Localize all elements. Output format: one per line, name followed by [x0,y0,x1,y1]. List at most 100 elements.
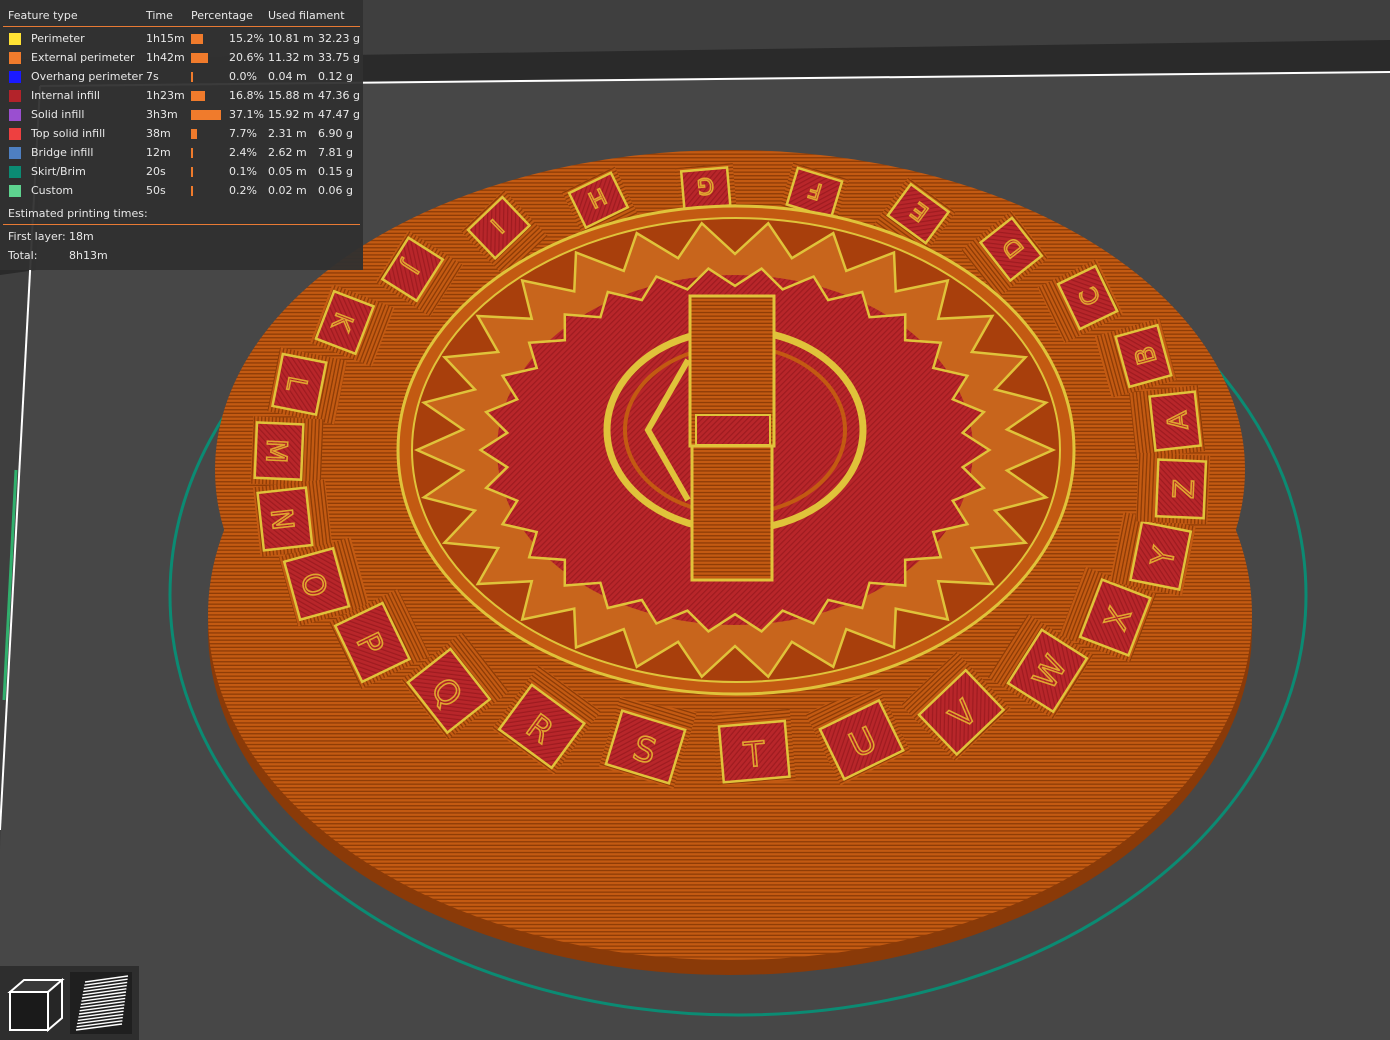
estimated-divider [3,224,360,225]
legend-row[interactable]: Perimeter 1h15m 15.2% 10.81 m 32.23 g [0,29,363,48]
feature-weight: 7.81 g [318,146,353,159]
view-toggle-toolbar [0,966,139,1040]
color-swatch [9,147,21,159]
total-label: Total: [8,249,38,262]
color-swatch [9,166,21,178]
tile-letter: G [696,172,715,198]
feature-percentage: 37.1% [229,108,264,121]
feature-weight: 33.75 g [318,51,360,64]
feature-length: 15.88 m [268,89,314,102]
legend-row[interactable]: Bridge infill 12m 2.4% 2.62 m 7.81 g [0,143,363,162]
feature-name: Solid infill [31,108,85,121]
letter-tile: T [711,700,796,787]
feature-time: 1h15m [146,32,185,45]
legend-header: Feature type Time Percentage Used filame… [0,6,363,25]
feature-percentage: 20.6% [229,51,264,64]
percentage-bar [191,72,193,82]
feature-time: 1h42m [146,51,185,64]
feature-percentage: 7.7% [229,127,257,140]
color-swatch [9,185,21,197]
total-row: Total: 8h13m [0,246,363,265]
feature-name: External perimeter [31,51,135,64]
feature-percentage: 15.2% [229,32,264,45]
knob-handle-face [695,414,771,446]
feature-name: Perimeter [31,32,85,45]
feature-length: 0.04 m [268,70,307,83]
legend-row[interactable]: Custom 50s 0.2% 0.02 m 0.06 g [0,181,363,200]
feature-weight: 47.36 g [318,89,360,102]
header-feature-type: Feature type [8,9,78,22]
legend-panel: Feature type Time Percentage Used filame… [0,0,363,270]
first-layer-row: First layer: 18m [0,227,363,246]
feature-length: 11.32 m [268,51,314,64]
feature-length: 0.02 m [268,184,307,197]
tile-letter: M [259,438,293,464]
tile-letter: T [742,734,767,776]
header-percentage: Percentage [191,9,253,22]
percentage-bar [191,91,205,101]
feature-length: 2.62 m [268,146,307,159]
feature-name: Overhang perimeter [31,70,143,83]
feature-percentage: 0.0% [229,70,257,83]
legend-row[interactable]: Solid infill 3h3m 37.1% 15.92 m 47.47 g [0,105,363,124]
feature-time: 3h3m [146,108,178,121]
feature-time: 38m [146,127,171,140]
color-swatch [9,109,21,121]
feature-weight: 0.15 g [318,165,353,178]
percentage-bar [191,148,193,158]
feature-length: 0.05 m [268,165,307,178]
feature-time: 20s [146,165,166,178]
estimated-times-row: Estimated printing times: [0,204,363,223]
feature-length: 2.31 m [268,127,307,140]
feature-percentage: 0.1% [229,165,257,178]
header-used-filament: Used filament [268,9,345,22]
legend-row[interactable]: Internal infill 1h23m 16.8% 15.88 m 47.36 g [0,86,363,105]
percentage-bar [191,129,198,139]
color-swatch [9,128,21,140]
legend-row[interactable]: External perimeter 1h42m 20.6% 11.32 m 33.75… [0,48,363,67]
letter-tile: N [252,479,333,557]
feature-weight: 47.47 g [318,108,360,121]
first-layer-label: First layer: [8,230,66,243]
tile-letter: N [264,507,300,532]
letter-tile: M [250,416,324,487]
color-swatch [9,33,21,45]
feature-time: 50s [146,184,166,197]
feature-percentage: 0.2% [229,184,257,197]
tile-letter: Z [1167,479,1201,500]
letter-tile: Z [1135,452,1211,525]
feature-time: 7s [146,70,159,83]
header-time: Time [146,9,173,22]
layers-preview-icon [70,972,132,1034]
feature-weight: 0.06 g [318,184,353,197]
feature-weight: 0.12 g [318,70,353,83]
first-layer-value: 18m [69,230,94,243]
color-swatch [9,52,21,64]
legend-row[interactable]: Top solid infill 38m 7.7% 2.31 m 6.90 g [0,124,363,143]
feature-weight: 32.23 g [318,32,360,45]
feature-name: Top solid infill [31,127,106,140]
knob-handle-side [690,443,774,582]
feature-percentage: 16.8% [229,89,264,102]
letter-tile: A [1129,385,1206,459]
percentage-bar [191,167,193,177]
percentage-bar [191,53,208,63]
3d-view-button[interactable] [4,972,66,1034]
feature-name: Skirt/Brim [31,165,86,178]
feature-time: 12m [146,146,171,159]
cube-3d-view-icon [7,977,65,1033]
total-value: 8h13m [69,249,108,262]
feature-name: Bridge infill [31,146,94,159]
feature-length: 10.81 m [268,32,314,45]
feature-weight: 6.90 g [318,127,353,140]
estimated-times-label: Estimated printing times: [8,207,148,220]
feature-percentage: 2.4% [229,146,257,159]
legend-row[interactable]: Overhang perimeter 7s 0.0% 0.04 m 0.12 g [0,67,363,86]
percentage-bar [191,186,193,196]
letter-tile: L [267,347,348,425]
percentage-bar [191,110,221,120]
letter-tile: Y [1109,512,1196,597]
legend-row[interactable]: Skirt/Brim 20s 0.1% 0.05 m 0.15 g [0,162,363,181]
layers-preview-button[interactable] [70,972,132,1034]
feature-time: 1h23m [146,89,185,102]
